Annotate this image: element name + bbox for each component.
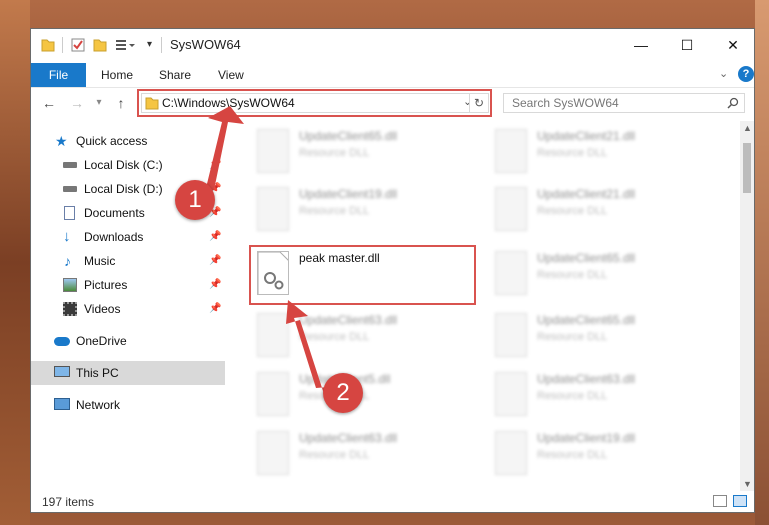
callout-badge-2: 2 (323, 373, 363, 413)
annotation-arrows (196, 106, 342, 394)
callout-badge-1: 1 (175, 180, 215, 220)
